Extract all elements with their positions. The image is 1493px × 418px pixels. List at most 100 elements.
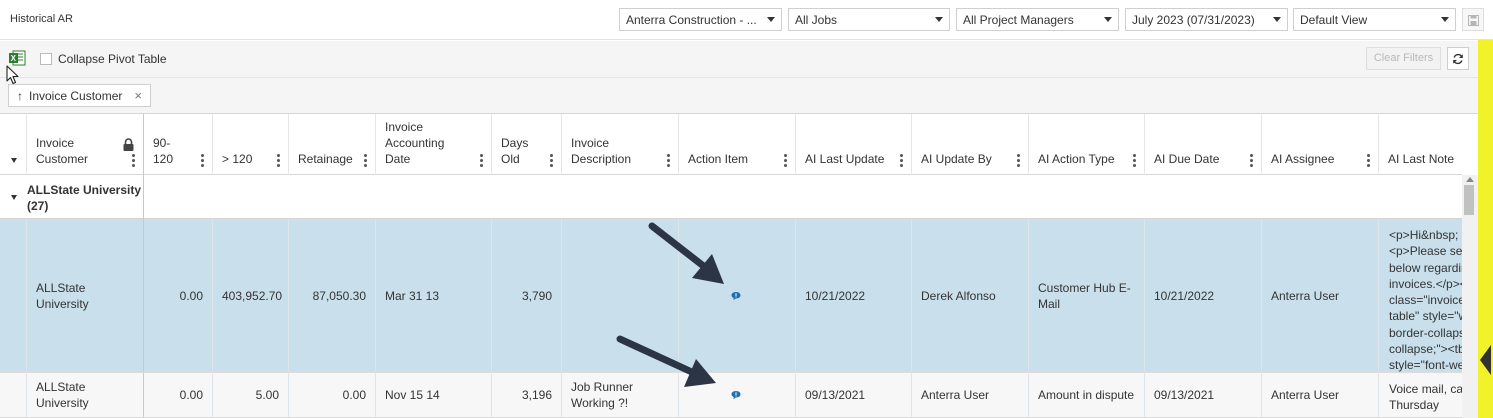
cell-over-120[interactable]: 5.00 <box>213 373 289 417</box>
header-90-120[interactable]: 90- 120 <box>144 114 213 175</box>
clear-filters-button[interactable]: Clear Filters <box>1366 47 1441 70</box>
column-menu-icon[interactable] <box>1367 154 1370 167</box>
header-label: AI Update By <box>921 152 992 166</box>
cell-days-old[interactable]: 3,196 <box>492 373 562 417</box>
header-ai-action-type[interactable]: AI Action Type <box>1029 114 1145 175</box>
column-menu-icon[interactable] <box>550 154 553 167</box>
cell-ai-due-date[interactable]: 10/21/2022 <box>1145 219 1262 372</box>
scrollbar-thumb[interactable] <box>1464 185 1474 215</box>
header-label: AI Last Note <box>1388 152 1455 166</box>
chevron-down-icon <box>1441 17 1449 22</box>
column-menu-icon[interactable] <box>277 154 280 167</box>
view-select[interactable]: Default View <box>1293 8 1456 31</box>
scroll-up-icon[interactable] <box>1466 177 1474 182</box>
header-action-item[interactable]: Action Item <box>679 114 796 175</box>
table-row[interactable]: ALLState University 0.00 403,952.70 87,0… <box>0 219 1462 373</box>
cell-value: 09/13/2021 <box>1154 388 1215 402</box>
header-ai-last-update[interactable]: AI Last Update <box>796 114 912 175</box>
grid-header: Invoice Customer 90- 120 > 120 Retainage… <box>0 114 1462 175</box>
column-menu-icon[interactable] <box>480 154 483 167</box>
top-bar: Historical AR Anterra Construction - ...… <box>0 0 1493 40</box>
group-row-allstate[interactable]: ALLState University (27) <box>0 175 1462 219</box>
cell-invoice-customer[interactable]: ALLState University <box>27 373 144 417</box>
cell-value: Customer Hub E- Mail <box>1038 280 1131 311</box>
cell-value: ALLState University <box>36 380 89 410</box>
cell-value: Anterra User <box>1271 388 1340 402</box>
cell-value: 10/21/2022 <box>805 288 866 303</box>
group-chip-invoice-customer[interactable]: ↑ Invoice Customer × <box>8 84 151 107</box>
company-select[interactable]: Anterra Construction - ... <box>619 8 782 31</box>
cell-invoice-customer[interactable]: ALLState University <box>27 219 144 372</box>
header-ai-last-note[interactable]: AI Last Note <box>1379 114 1462 175</box>
header-ai-assignee[interactable]: AI Assignee <box>1262 114 1379 175</box>
jobs-select[interactable]: All Jobs <box>788 8 950 31</box>
cell-90-120[interactable]: 0.00 <box>144 219 213 372</box>
cell-ai-assignee[interactable]: Anterra User <box>1262 373 1379 417</box>
cell-ai-last-update[interactable]: 10/21/2022 <box>796 219 912 372</box>
chevron-down-icon[interactable] <box>11 195 17 200</box>
header-over-120[interactable]: > 120 <box>213 114 289 175</box>
cell-retainage[interactable]: 87,050.30 <box>289 219 376 372</box>
header-invoice-customer[interactable]: Invoice Customer <box>27 114 144 175</box>
column-menu-icon[interactable] <box>364 154 367 167</box>
group-chip-label: Invoice Customer <box>29 88 123 103</box>
save-icon <box>1468 15 1479 26</box>
cell-retainage[interactable]: 0.00 <box>289 373 376 417</box>
project-managers-select[interactable]: All Project Managers <box>956 8 1119 31</box>
table-row[interactable]: ALLState University 0.00 5.00 0.00 Nov 1… <box>0 373 1462 418</box>
project-managers-select-value: All Project Managers <box>963 13 1074 27</box>
cell-value: 10/21/2022 <box>1154 288 1215 303</box>
column-menu-icon[interactable] <box>784 154 787 167</box>
cell-value: 403,952.70 <box>222 288 283 303</box>
side-panel-handle[interactable] <box>1478 40 1493 418</box>
header-label: AI Action Type <box>1038 152 1115 166</box>
cell-ai-due-date[interactable]: 09/13/2021 <box>1145 373 1262 417</box>
cell-over-120[interactable]: 403,952.70 <box>213 219 289 372</box>
column-menu-icon[interactable] <box>132 154 135 167</box>
annotation-arrow <box>616 335 716 387</box>
cell-ai-update-by[interactable]: Derek Alfonso <box>912 219 1029 372</box>
cell-value: Amount in dispute <box>1038 388 1135 402</box>
save-button[interactable] <box>1462 8 1484 31</box>
close-icon[interactable]: × <box>134 88 142 103</box>
expand-panel-icon[interactable] <box>1480 345 1491 375</box>
cell-days-old[interactable]: 3,790 <box>492 219 562 372</box>
refresh-icon <box>1453 53 1463 65</box>
refresh-button[interactable] <box>1447 47 1469 70</box>
lock-icon <box>123 138 134 151</box>
cell-ai-assignee[interactable]: Anterra User <box>1262 219 1379 372</box>
period-select[interactable]: July 2023 (07/31/2023) <box>1125 8 1288 31</box>
header-invoice-description[interactable]: Invoice Description <box>562 114 679 175</box>
sort-ascending-icon: ↑ <box>17 88 23 103</box>
column-menu-icon[interactable] <box>667 154 670 167</box>
chevron-down-icon <box>767 17 775 22</box>
header-ai-due-date[interactable]: AI Due Date <box>1145 114 1262 175</box>
cell-ai-last-note[interactable]: Voice mail, call Thursday <box>1379 373 1462 417</box>
header-ai-update-by[interactable]: AI Update By <box>912 114 1029 175</box>
cell-invoice-accounting-date[interactable]: Mar 31 13 <box>376 219 492 372</box>
cell-ai-action-type[interactable]: Amount in dispute <box>1029 373 1145 417</box>
column-menu-icon[interactable] <box>1250 154 1253 167</box>
message-icon[interactable] <box>731 291 741 300</box>
cell-ai-update-by[interactable]: Anterra User <box>912 373 1029 417</box>
header-retainage[interactable]: Retainage <box>289 114 376 175</box>
cell-ai-last-update[interactable]: 09/13/2021 <box>796 373 912 417</box>
column-menu-icon[interactable] <box>900 154 903 167</box>
column-menu-icon[interactable] <box>201 154 204 167</box>
vertical-scrollbar[interactable] <box>1462 175 1478 418</box>
cell-ai-action-type[interactable]: Customer Hub E- Mail <box>1029 219 1145 372</box>
cell-value: 0.00 <box>179 388 203 402</box>
message-icon[interactable] <box>731 391 741 400</box>
header-expand-column[interactable] <box>0 114 27 175</box>
header-invoice-accounting-date[interactable]: Invoice Accounting Date <box>376 114 492 175</box>
collapse-pivot-checkbox[interactable] <box>40 53 52 65</box>
column-menu-icon[interactable] <box>1133 154 1136 167</box>
header-days-old[interactable]: Days Old <box>492 114 562 175</box>
row-gutter <box>0 373 27 417</box>
cell-ai-last-note[interactable]: <p>Hi&nbsp; D <p>Please see below regard… <box>1379 219 1462 372</box>
cell-value: 0.00 <box>179 288 203 303</box>
column-menu-icon[interactable] <box>1017 154 1020 167</box>
chevron-down-icon <box>1273 17 1281 22</box>
cell-90-120[interactable]: 0.00 <box>144 373 213 417</box>
cell-invoice-accounting-date[interactable]: Nov 15 14 <box>376 373 492 417</box>
